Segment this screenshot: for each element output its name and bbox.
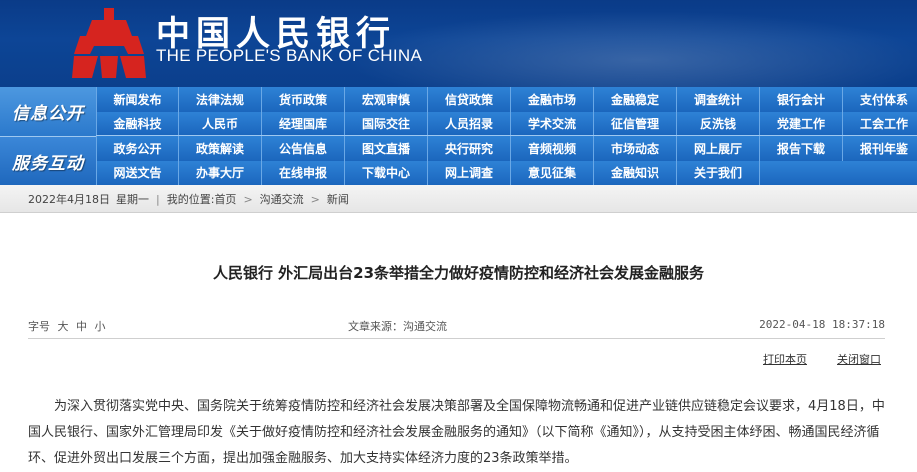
- nav-link[interactable]: 金融市场: [511, 87, 594, 112]
- article-meta: 字号 大 中 小 文章来源：沟通交流 2022-04-18 18:37:18: [28, 318, 885, 338]
- nav-link[interactable]: 征信管理: [594, 111, 677, 135]
- nav-section-info-disclosure[interactable]: 信息公开: [0, 87, 96, 136]
- nav-link[interactable]: 反洗钱: [677, 111, 760, 135]
- nav-section-service-interaction[interactable]: 服务互动: [0, 136, 96, 185]
- nav-row: 政务公开 政策解读 公告信息 图文直播 央行研究 音频视频 市场动态 网上展厅 …: [96, 136, 917, 161]
- nav-section-labels: 信息公开 服务互动: [0, 87, 96, 185]
- nav-link[interactable]: 网上展厅: [677, 136, 760, 161]
- site-header: 中国人民银行 THE PEOPLE'S BANK OF CHINA: [0, 0, 917, 87]
- nav-link[interactable]: 政务公开: [96, 136, 179, 161]
- nav-link[interactable]: 经理国库: [262, 111, 345, 135]
- article-body: 为深入贯彻落实党中央、国务院关于统筹疫情防控和经济社会发展决策部署及全国保障物流…: [28, 399, 885, 466]
- logo-english-name: THE PEOPLE'S BANK OF CHINA: [156, 46, 423, 65]
- nav-link[interactable]: 公告信息: [262, 136, 345, 161]
- article-actions: 打印本页 关闭窗口: [763, 351, 881, 367]
- nav-link[interactable]: 报刊年鉴: [843, 136, 917, 161]
- breadcrumb: 2022年4月18日 星期一 | 我的位置: 首页 > 沟通交流 > 新闻: [28, 185, 349, 213]
- nav-link[interactable]: 人民币: [179, 111, 262, 135]
- article-source: 文章来源：沟通交流: [348, 320, 447, 333]
- nav-link[interactable]: 工会工作: [843, 112, 917, 136]
- nav-link[interactable]: 银行会计: [760, 87, 843, 112]
- current-date: 2022年4月18日: [28, 193, 110, 206]
- font-size-small-link[interactable]: 小: [95, 320, 106, 333]
- nav-link[interactable]: 报告下载: [760, 136, 843, 161]
- nav-link[interactable]: 政策解读: [179, 136, 262, 161]
- article-datetime: 2022-04-18 18:37:18: [759, 318, 885, 331]
- nav-link[interactable]: 学术交流: [511, 111, 594, 135]
- article-title: 人民银行 外汇局出台23条举措全力做好疫情防控和经济社会发展金融服务: [212, 264, 705, 282]
- font-size-large-link[interactable]: 大: [58, 320, 69, 333]
- breadcrumb-home-link[interactable]: 首页: [214, 191, 236, 207]
- main-navigation: 信息公开 服务互动 新闻发布 法律法规 货币政策 宏观审慎 信贷政策 金融市场 …: [0, 87, 917, 185]
- breadcrumb-bar: 2022年4月18日 星期一 | 我的位置: 首页 > 沟通交流 > 新闻: [0, 185, 917, 213]
- meta-divider: [28, 338, 885, 339]
- breadcrumb-communication-link[interactable]: 沟通交流: [260, 191, 304, 207]
- nav-link[interactable]: 调查统计: [677, 87, 760, 112]
- close-window-link[interactable]: 关闭窗口: [837, 351, 881, 367]
- nav-link[interactable]: 信贷政策: [428, 87, 511, 112]
- nav-link[interactable]: 金融知识: [594, 160, 677, 185]
- print-page-link[interactable]: 打印本页: [763, 351, 807, 367]
- nav-link[interactable]: 网送文告: [96, 160, 179, 185]
- nav-link[interactable]: 在线申报: [262, 160, 345, 185]
- nav-link[interactable]: 图文直播: [345, 136, 428, 161]
- nav-links: 新闻发布 法律法规 货币政策 宏观审慎 信贷政策 金融市场 金融稳定 调查统计 …: [96, 87, 917, 185]
- nav-link[interactable]: 人员招录: [428, 111, 511, 135]
- nav-row: 网送文告 办事大厅 在线申报 下载中心 网上调查 意见征集 金融知识 关于我们: [96, 160, 917, 185]
- nav-link[interactable]: 市场动态: [594, 136, 677, 161]
- breadcrumb-separator: >: [243, 192, 253, 206]
- font-size-controls: 字号 大 中 小: [28, 318, 106, 334]
- nav-link[interactable]: 法律法规: [179, 87, 262, 112]
- breadcrumb-separator: |: [156, 192, 160, 206]
- breadcrumb-separator: >: [310, 192, 320, 206]
- nav-link[interactable]: 网上调查: [428, 160, 511, 185]
- nav-link[interactable]: 宏观审慎: [345, 87, 428, 112]
- nav-link[interactable]: 下载中心: [345, 160, 428, 185]
- font-size-medium-link[interactable]: 中: [76, 320, 87, 333]
- nav-link[interactable]: 关于我们: [677, 160, 760, 185]
- nav-link[interactable]: 意见征集: [511, 160, 594, 185]
- nav-link[interactable]: 金融稳定: [594, 87, 677, 112]
- font-size-label: 字号: [28, 320, 50, 333]
- nav-link[interactable]: 支付体系: [843, 87, 917, 112]
- nav-row: 新闻发布 法律法规 货币政策 宏观审慎 信贷政策 金融市场 金融稳定 调查统计 …: [96, 87, 917, 112]
- nav-link[interactable]: 党建工作: [760, 111, 843, 135]
- nav-link[interactable]: 金融科技: [96, 111, 179, 135]
- article-content: 人民银行 外汇局出台23条举措全力做好疫情防控和经济社会发展金融服务 字号 大 …: [0, 214, 917, 469]
- nav-row: 金融科技 人民币 经理国库 国际交往 人员招录 学术交流 征信管理 反洗钱 党建…: [96, 111, 917, 136]
- nav-link[interactable]: 央行研究: [428, 136, 511, 161]
- pboc-logo-icon[interactable]: [70, 6, 148, 80]
- current-weekday: 星期一: [116, 193, 149, 206]
- breadcrumb-news-link[interactable]: 新闻: [327, 191, 349, 207]
- nav-link[interactable]: 音频视频: [511, 136, 594, 161]
- nav-link[interactable]: 新闻发布: [96, 87, 179, 112]
- nav-link[interactable]: 国际交往: [345, 111, 428, 135]
- nav-link[interactable]: 办事大厅: [179, 160, 262, 185]
- location-label: 我的位置:: [166, 193, 215, 206]
- nav-link[interactable]: 货币政策: [262, 87, 345, 112]
